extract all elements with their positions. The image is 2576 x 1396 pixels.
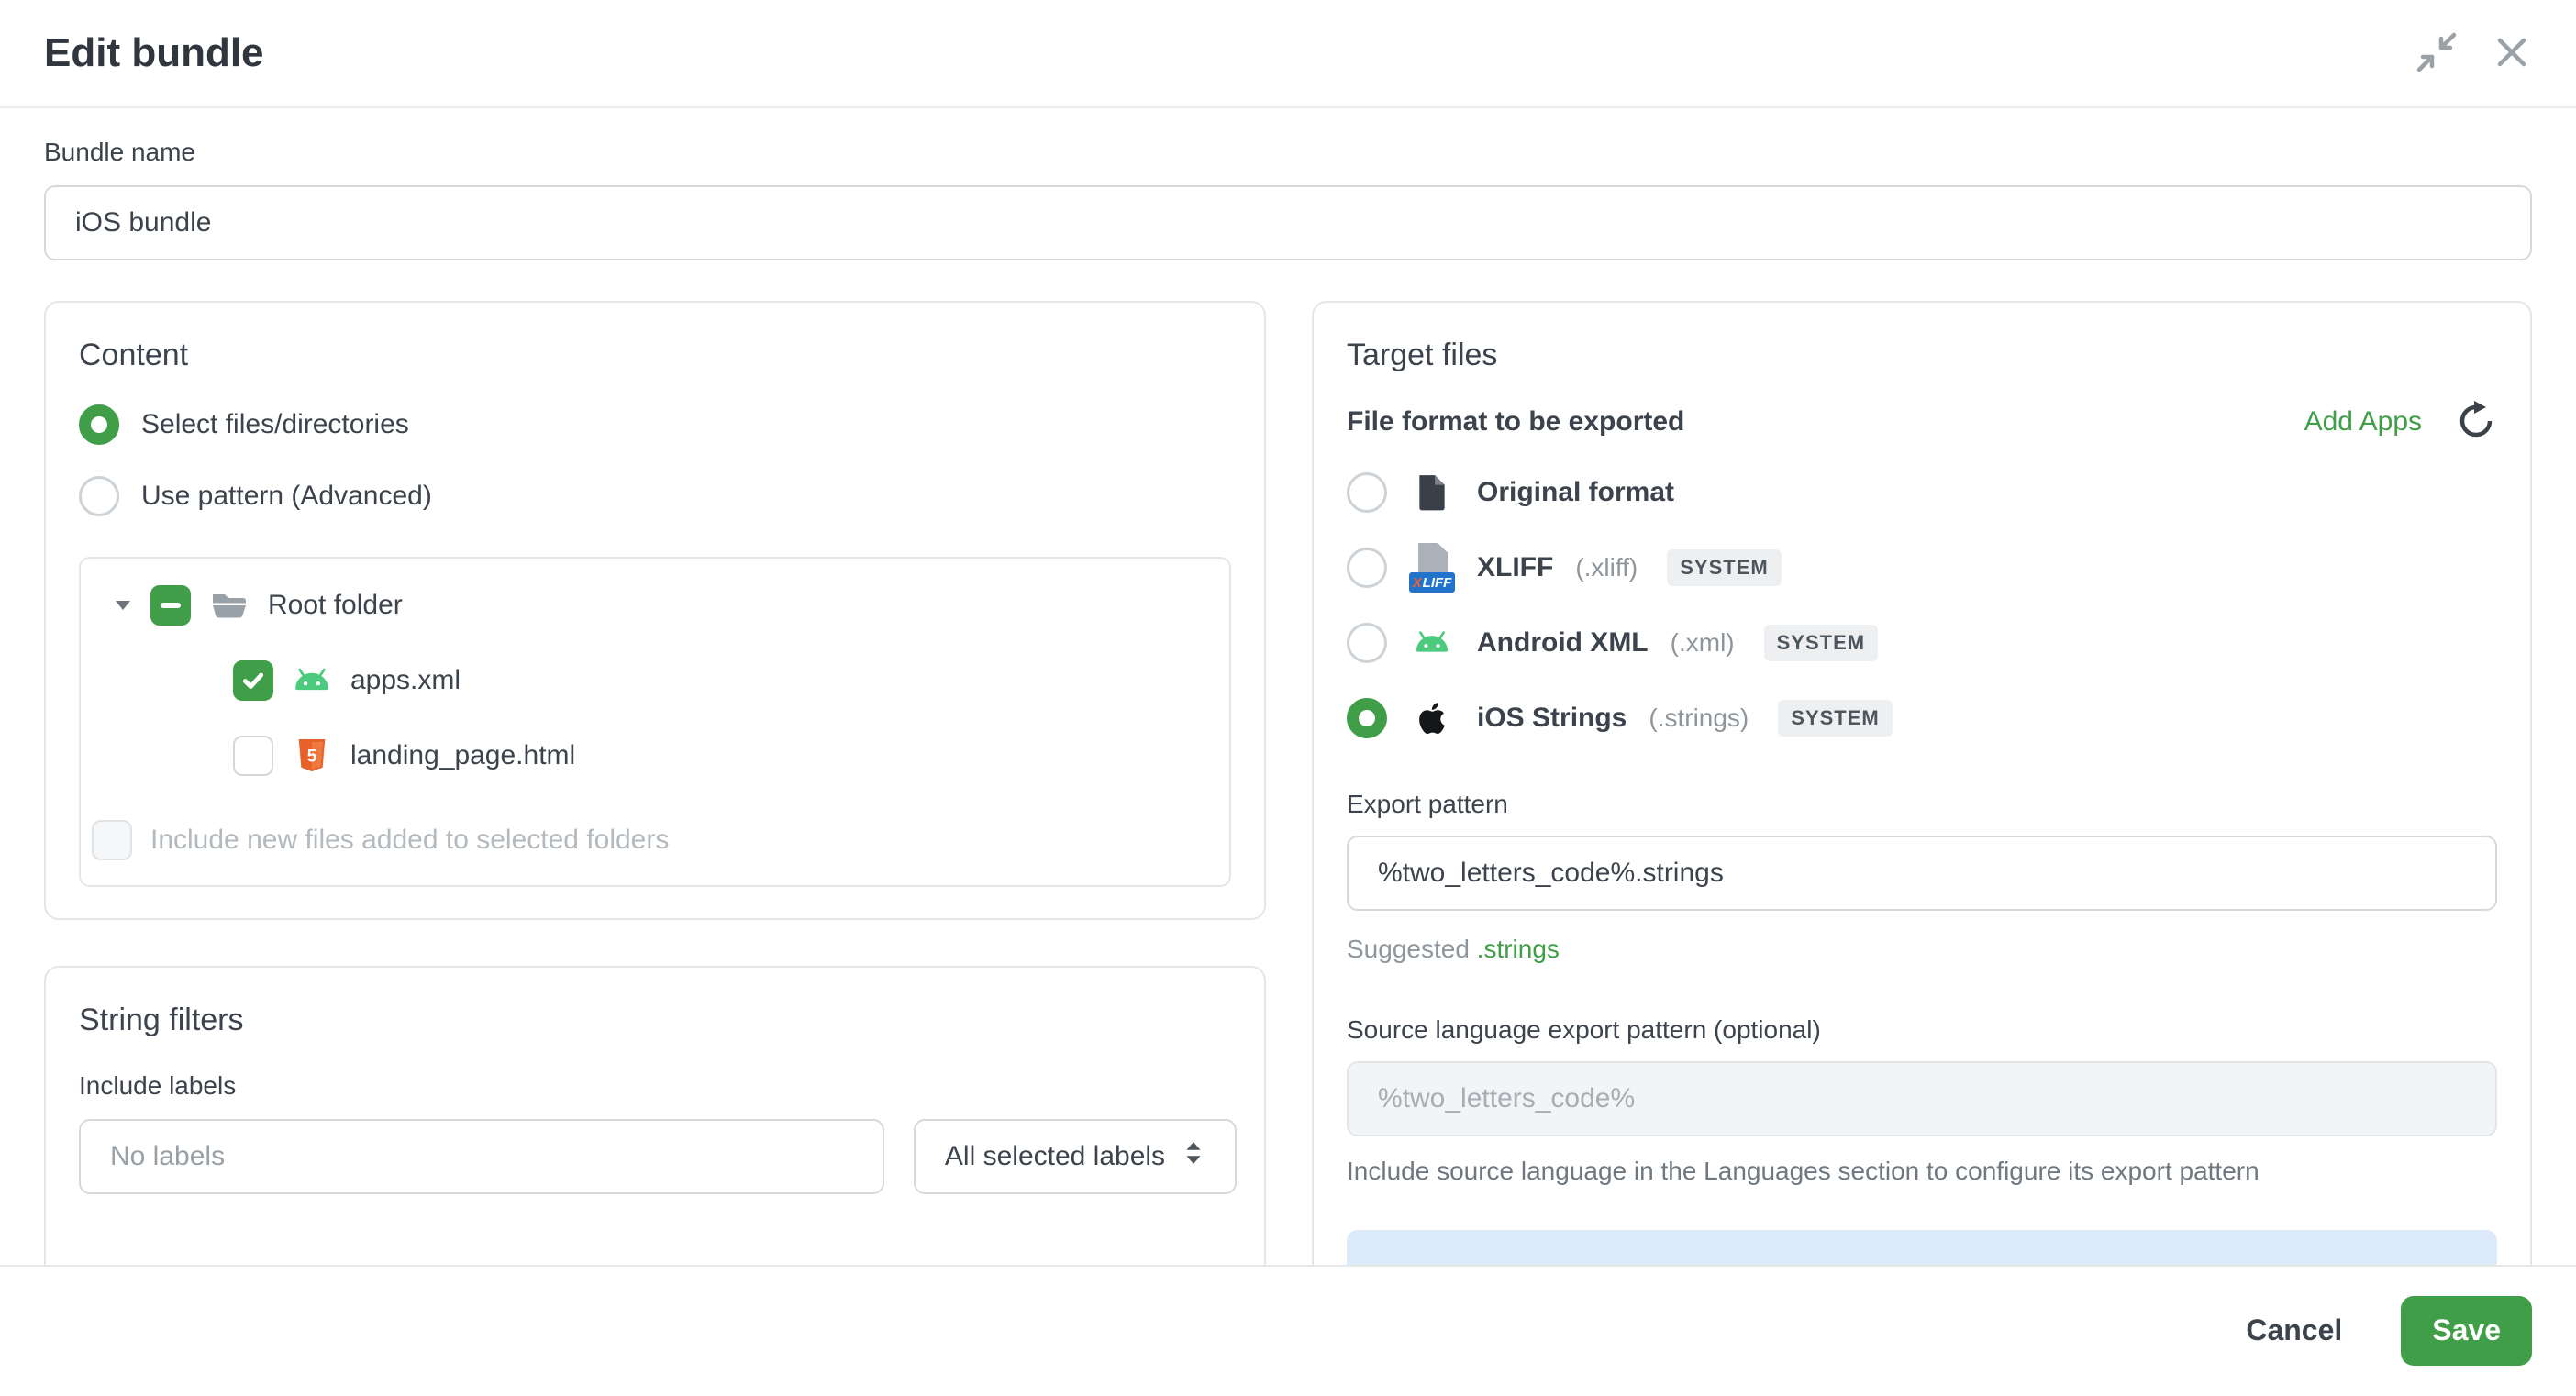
content-heading: Content [79,338,1231,373]
svg-text:5: 5 [307,747,317,766]
include-new-files-checkbox[interactable] [92,820,132,860]
source-pattern-label: Source language export pattern (optional… [1347,1015,2497,1045]
system-badge: SYSTEM [1778,700,1892,737]
file-icon [1409,473,1455,512]
format-name: Original format [1477,477,1674,508]
format-row-xliff[interactable]: XLIFF XLIFF (.xliff) SYSTEM [1347,542,2497,593]
export-pattern-label: Export pattern [1347,790,2497,819]
sort-arrows-icon [1182,1140,1205,1173]
radio-use-pattern[interactable]: Use pattern (Advanced) [79,476,1231,516]
radio-select-files[interactable]: Select files/directories [79,404,1231,445]
file-name: landing_page.html [350,740,575,771]
export-pattern-input[interactable] [1347,836,2497,911]
landing-page-checkbox[interactable] [233,736,273,776]
columns: Content Select files/directories Use pat… [44,301,2532,1265]
system-badge: SYSTEM [1667,549,1781,586]
suggested-strings-link[interactable]: .strings [1477,935,1560,963]
caret-down-icon[interactable] [114,598,132,613]
radio-off-icon [1347,623,1387,663]
format-ext: (.xml) [1671,628,1735,658]
check-mark-icon [241,669,265,692]
android-icon [1409,630,1455,656]
cancel-button[interactable]: Cancel [2240,1313,2348,1348]
system-badge: SYSTEM [1764,625,1878,661]
format-row-original[interactable]: Original format [1347,467,2497,518]
labels-match-value: All selected labels [945,1141,1165,1172]
tree-row-file: apps.xml [233,658,1207,704]
format-name: Android XML [1477,627,1649,659]
radio-use-pattern-label: Use pattern (Advanced) [141,481,432,512]
radio-on-icon [1347,698,1387,738]
radio-off-icon [79,476,119,516]
tree-row-root: Root folder [114,582,1207,628]
format-row-ios-strings[interactable]: iOS Strings (.strings) SYSTEM [1347,692,2497,744]
include-new-files-label: Include new files added to selected fold… [150,825,669,856]
radio-select-files-label: Select files/directories [141,409,409,440]
labels-match-select[interactable]: All selected labels [914,1119,1237,1194]
android-icon [292,667,332,694]
include-new-files-row: Include new files added to selected fold… [92,817,1207,863]
format-name: XLIFF [1477,552,1553,583]
source-pattern-helper: Include source language in the Languages… [1347,1157,2497,1186]
xliff-icon: XLIFF [1409,543,1455,593]
file-name: apps.xml [350,665,461,696]
modal-footer: Cancel Save [0,1265,2576,1394]
root-folder-checkbox[interactable] [150,585,191,626]
file-format-row: File format to be exported Add Apps [1347,401,2497,443]
file-tree: Root folder [79,557,1231,887]
bundle-name-input[interactable] [44,185,2532,260]
format-name: iOS Strings [1477,703,1627,734]
right-column: Target files File format to be exported … [1312,301,2532,1265]
collapse-button[interactable] [2413,29,2460,77]
folder-icon [209,590,250,621]
modal-header: Edit bundle [0,0,2576,108]
target-files-card: Target files File format to be exported … [1312,301,2532,1265]
format-ext: (.xliff) [1575,553,1638,582]
labels-input[interactable] [79,1119,884,1194]
apple-icon [1409,700,1455,737]
refresh-button[interactable] [2455,401,2497,443]
bundle-name-label: Bundle name [44,138,2532,167]
html5-icon: 5 [292,739,332,772]
include-labels-row: All selected labels [79,1119,1231,1194]
target-files-heading: Target files [1347,338,2497,373]
include-labels-label: Include labels [79,1071,1231,1101]
file-format-label: File format to be exported [1347,406,1684,438]
close-button[interactable] [2488,29,2536,77]
format-ext: (.strings) [1649,704,1749,733]
modal-body: Bundle name Content Select files/directo… [0,108,2576,1265]
header-actions [2413,29,2536,77]
source-pattern-input [1347,1061,2497,1136]
format-row-android-xml[interactable]: Android XML (.xml) SYSTEM [1347,617,2497,669]
string-filters-card: String filters Include labels All select… [44,966,1266,1265]
radio-off-icon [1347,472,1387,513]
indeterminate-mark-icon [161,603,181,608]
compress-icon [2416,32,2457,75]
modal-title: Edit bundle [44,30,264,76]
format-actions: Add Apps [2304,401,2497,443]
radio-off-icon [1347,548,1387,588]
save-button[interactable]: Save [2401,1296,2532,1366]
apps-xml-checkbox[interactable] [233,660,273,701]
add-apps-link[interactable]: Add Apps [2304,406,2422,438]
root-folder-label: Root folder [268,590,403,621]
refresh-icon [2456,401,2496,444]
left-column: Content Select files/directories Use pat… [44,301,1266,1265]
tree-row-file: 5 landing_page.html [233,733,1207,779]
string-filters-heading: String filters [79,1003,1231,1038]
bundle-name-field: Bundle name [44,138,2532,260]
content-card: Content Select files/directories Use pat… [44,301,1266,920]
radio-on-icon [79,404,119,445]
edit-bundle-modal: Edit bundle Bundle na [0,0,2576,1396]
suggested-row: Suggested .strings [1347,935,2497,964]
info-banner [1347,1230,2497,1265]
suggested-label: Suggested [1347,935,1470,963]
close-icon [2492,32,2532,75]
